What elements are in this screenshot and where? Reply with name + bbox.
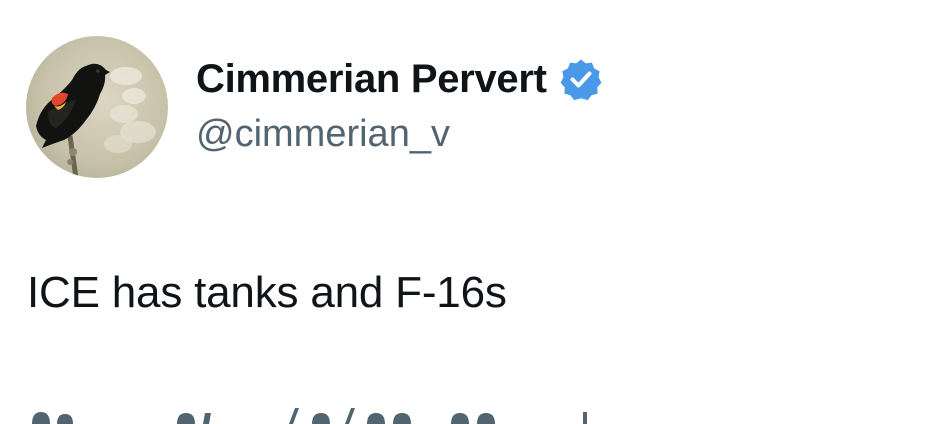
- cropped-timestamp-glyphs-icon: [32, 408, 587, 424]
- verified-badge-icon[interactable]: [559, 57, 603, 101]
- tweet-card: Cimmerian Pervert @cimmerian_v ICE has t…: [0, 0, 943, 424]
- red-winged-blackbird-avatar-icon: [26, 36, 168, 178]
- tweet-text: ICE has tanks and F-16s: [27, 268, 507, 317]
- author-handle[interactable]: @cimmerian_v: [196, 113, 450, 156]
- author-name-row: Cimmerian Pervert: [196, 52, 603, 106]
- tweet-timestamp-cutoff: [27, 404, 587, 424]
- author-avatar[interactable]: [26, 36, 168, 178]
- author-display-name[interactable]: Cimmerian Pervert: [196, 57, 547, 102]
